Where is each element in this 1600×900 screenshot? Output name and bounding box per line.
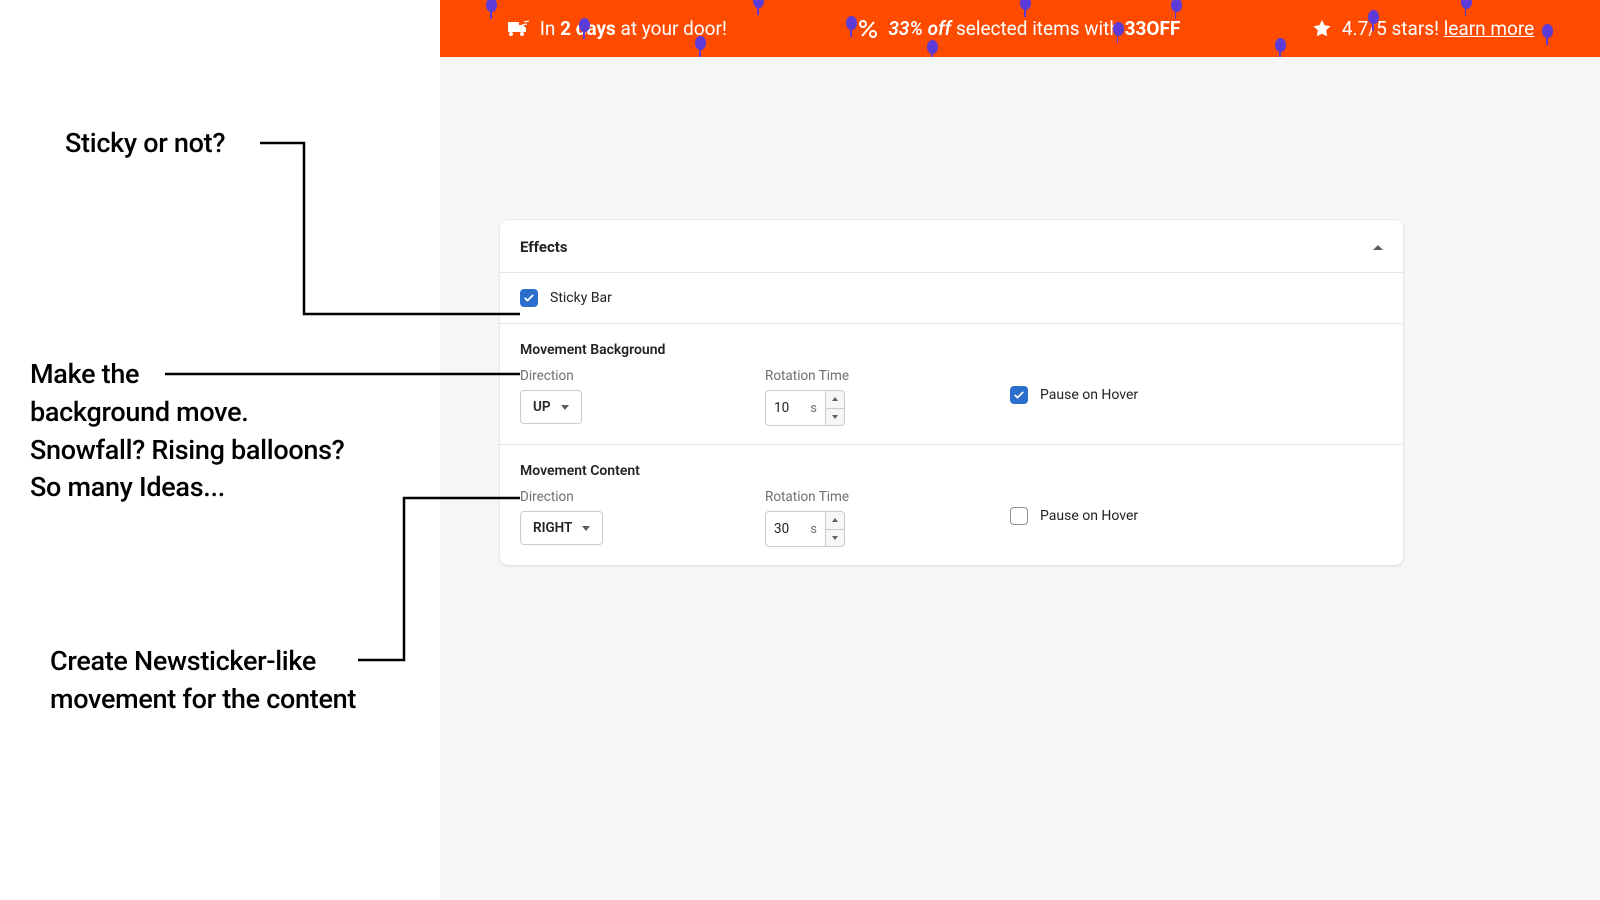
app-preview-pane: In 2 days at your door! 33% off selected… — [440, 0, 1600, 900]
ct-rotation-label: Rotation Time — [765, 489, 1010, 505]
preview-announcement-bar: In 2 days at your door! 33% off selected… — [440, 0, 1600, 57]
effects-card-header[interactable]: Effects — [500, 220, 1403, 272]
annotation-background: Make the background move. Snowfall? Risi… — [30, 356, 345, 507]
sticky-row: Sticky Bar — [500, 272, 1403, 323]
preview-stars-text: 4.7/5 stars! — [1342, 17, 1444, 40]
annotations-pane: Sticky or not? Make the background move.… — [0, 0, 440, 900]
check-icon — [1013, 389, 1025, 401]
ct-rotation-input[interactable]: 30 s — [765, 511, 825, 547]
bg-direction-value: UP — [533, 399, 551, 415]
preview-shipping-suffix: at your door! — [616, 17, 727, 40]
movement-content-heading: Movement Content — [520, 463, 1383, 479]
movement-content-row: Movement Content Direction RIGHT Rotatio… — [500, 444, 1403, 565]
chevron-down-icon — [561, 405, 569, 410]
ct-pause-label: Pause on Hover — [1040, 508, 1138, 524]
bg-rotation-label: Rotation Time — [765, 368, 1010, 384]
star-icon — [1312, 19, 1332, 39]
preview-shipping-prefix: In — [540, 17, 560, 40]
check-icon — [523, 292, 535, 304]
chevron-up-icon — [1373, 245, 1383, 250]
sticky-bar-checkbox[interactable] — [520, 289, 538, 307]
ct-direction-select[interactable]: RIGHT — [520, 511, 603, 545]
movement-background-heading: Movement Background — [520, 342, 1383, 358]
preview-discount-code: 33OFF — [1125, 17, 1181, 40]
bg-rotation-value: 10 — [774, 400, 789, 416]
ct-direction-value: RIGHT — [533, 520, 572, 536]
preview-discount-em: 33% off — [888, 17, 951, 40]
bg-rotation-step-up[interactable] — [826, 391, 844, 408]
movement-background-row: Movement Background Direction UP Rotatio… — [500, 323, 1403, 444]
preview-learn-more-link[interactable]: learn more — [1444, 17, 1535, 40]
ct-rotation-unit: s — [810, 522, 817, 537]
ct-rotation-value: 30 — [774, 521, 789, 537]
bg-direction-select[interactable]: UP — [520, 390, 582, 424]
preview-item-stars: 4.7/5 stars! learn more — [1312, 17, 1534, 40]
sticky-bar-label: Sticky Bar — [550, 290, 612, 306]
chevron-down-icon — [582, 526, 590, 531]
truck-icon — [506, 19, 530, 39]
effects-title: Effects — [520, 238, 568, 256]
annotation-sticky: Sticky or not? — [65, 125, 225, 163]
effects-card: Effects Sticky Bar Movement Background D… — [500, 220, 1403, 565]
ct-rotation-step-down[interactable] — [826, 529, 844, 547]
percent-icon — [858, 19, 878, 39]
ct-direction-label: Direction — [520, 489, 765, 505]
preview-item-discount: 33% off selected items with 33OFF — [858, 17, 1180, 40]
bg-rotation-step-down[interactable] — [826, 408, 844, 426]
bg-pause-checkbox[interactable] — [1010, 386, 1028, 404]
bg-rotation-input[interactable]: 10 s — [765, 390, 825, 426]
ct-rotation-step-up[interactable] — [826, 512, 844, 529]
annotation-content: Create Newsticker-like movement for the … — [50, 643, 356, 719]
bg-rotation-unit: s — [810, 401, 817, 416]
bg-pause-label: Pause on Hover — [1040, 387, 1138, 403]
ct-pause-checkbox[interactable] — [1010, 507, 1028, 525]
preview-discount-mid: selected items with — [951, 17, 1124, 40]
preview-item-shipping: In 2 days at your door! — [506, 17, 727, 40]
bg-direction-label: Direction — [520, 368, 765, 384]
